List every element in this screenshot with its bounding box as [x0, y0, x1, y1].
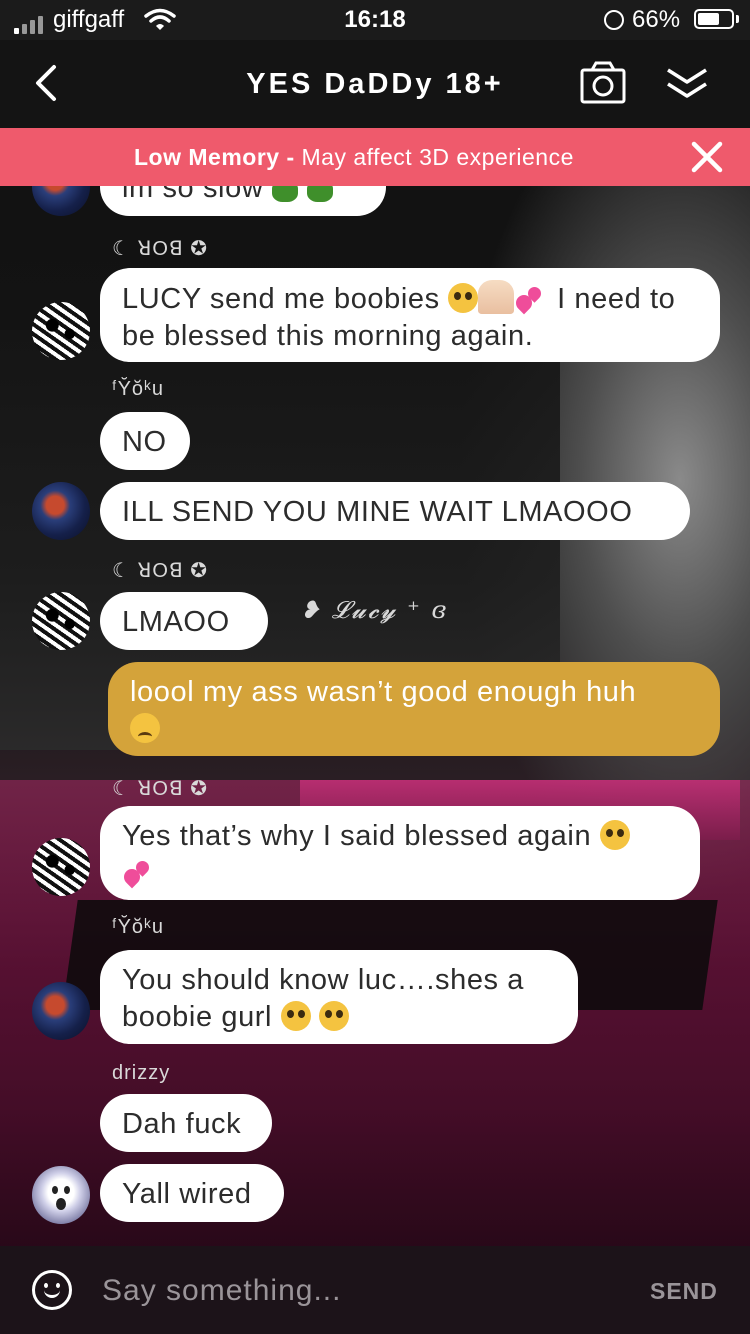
disappointed-face-emoji-icon	[130, 713, 160, 743]
two-hearts-emoji-icon	[122, 859, 156, 887]
chat-bubble: Yall wired	[100, 1164, 284, 1222]
chat-bubble: NO	[100, 412, 190, 470]
battery-percent: 66%	[632, 6, 681, 33]
message-text: LUCY send me boobies	[122, 283, 440, 315]
message-text: im so slow	[122, 186, 264, 204]
emoji-smiley-icon[interactable]	[32, 1270, 72, 1310]
chat-bubble: Yes that’s why I said blessed again	[100, 806, 700, 900]
room-title: YES DaDDy 18+	[246, 68, 504, 100]
chat-feed[interactable]: im so slow ☾ ꓤOꓭ ✪ LUCY send me boobies …	[0, 186, 750, 1246]
avatar[interactable]	[32, 482, 90, 540]
banner-message: May affect 3D experience	[294, 144, 574, 170]
pleading-face-emoji-icon	[599, 820, 630, 850]
lock-rotation-icon	[604, 10, 624, 30]
message-text: LMAOO	[122, 606, 230, 638]
pleading-face-emoji-icon	[448, 283, 479, 313]
woozy-face-emoji-icon	[319, 1001, 350, 1031]
sender-name: ☾ ꓤOꓭ ✪	[112, 778, 208, 800]
chat-bubble: ILL SEND YOU MINE WAIT LMAOOO	[100, 482, 690, 540]
battery-icon	[694, 9, 734, 29]
message-input[interactable]	[100, 1268, 624, 1314]
message-text: Yall wired	[122, 1178, 252, 1210]
collapse-chevrons-icon[interactable]	[664, 62, 710, 108]
my-chat-bubble: loool my ass wasn’t good enough huh	[108, 662, 720, 756]
sender-name: ᶠY̆ŏᵏu	[112, 378, 164, 400]
dinosaur-emoji-icon	[306, 186, 333, 202]
send-button[interactable]: SEND	[650, 1278, 718, 1305]
sender-name: ☾ ꓤOꓭ ✪	[112, 560, 208, 582]
chat-bubble: im so slow	[100, 186, 386, 216]
close-icon[interactable]	[690, 140, 724, 174]
low-memory-banner: Low Memory - May affect 3D experience	[0, 128, 750, 186]
message-text: loool my ass wasn’t good enough huh	[130, 676, 637, 708]
message-text: Yes that’s why I said blessed again	[122, 820, 592, 852]
folded-hands-emoji-icon	[478, 280, 515, 314]
chat-bubble: You should know luc….shes a boobie gurl	[100, 950, 578, 1044]
sender-name: ☾ ꓤOꓭ ✪	[112, 238, 208, 260]
banner-text: Low Memory - May affect 3D experience	[134, 144, 574, 171]
avatar[interactable]	[32, 302, 90, 360]
sender-name: drizzy	[112, 1062, 171, 1084]
avatar[interactable]	[32, 1166, 90, 1224]
sender-name: ᶠY̆ŏᵏu	[112, 916, 164, 938]
avatar[interactable]	[32, 592, 90, 650]
chat-header: YES DaDDy 18+	[0, 40, 750, 128]
message-text: NO	[122, 426, 167, 458]
chat-bubble: LMAOO	[100, 592, 268, 650]
avatar[interactable]	[32, 838, 90, 896]
avatar[interactable]	[32, 982, 90, 1040]
avatar[interactable]	[32, 186, 90, 216]
dinosaur-emoji-icon	[272, 186, 299, 202]
camera-icon[interactable]	[580, 60, 626, 106]
chat-bubble: LUCY send me boobies I need to be blesse…	[100, 268, 720, 362]
banner-title: Low Memory -	[134, 144, 295, 170]
chat-bubble: Dah fuck	[100, 1094, 272, 1152]
two-hearts-emoji-icon	[514, 285, 548, 313]
message-text: Dah fuck	[122, 1108, 242, 1140]
message-text: ILL SEND YOU MINE WAIT LMAOOO	[122, 496, 633, 528]
message-input-bar: SEND	[0, 1246, 750, 1334]
battery-tip	[736, 15, 739, 23]
woozy-face-emoji-icon	[280, 1001, 311, 1031]
status-bar: giffgaff 16:18 66%	[0, 0, 750, 40]
